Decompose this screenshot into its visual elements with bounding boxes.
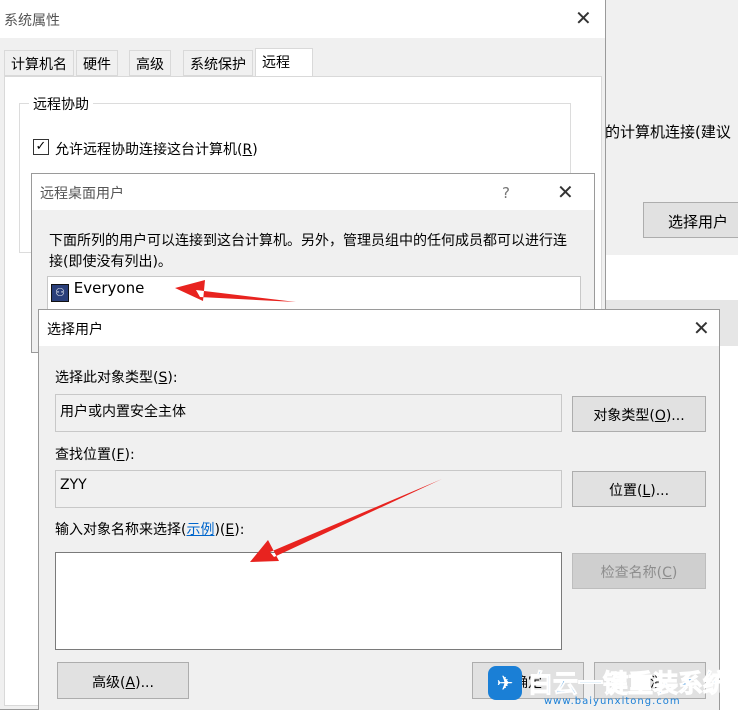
bird-logo-icon: ✈ <box>488 666 522 700</box>
annotation-arrows <box>175 280 442 562</box>
watermark-url: www.baiyunxitong.com <box>544 696 681 707</box>
watermark-text: 白云一键重装系统 <box>527 669 729 699</box>
arrow-to-name-input <box>250 479 442 562</box>
watermark: ✈ 白云一键重装系统 www.baiyunxitong.com <box>482 660 738 710</box>
arrow-to-everyone <box>175 280 296 302</box>
